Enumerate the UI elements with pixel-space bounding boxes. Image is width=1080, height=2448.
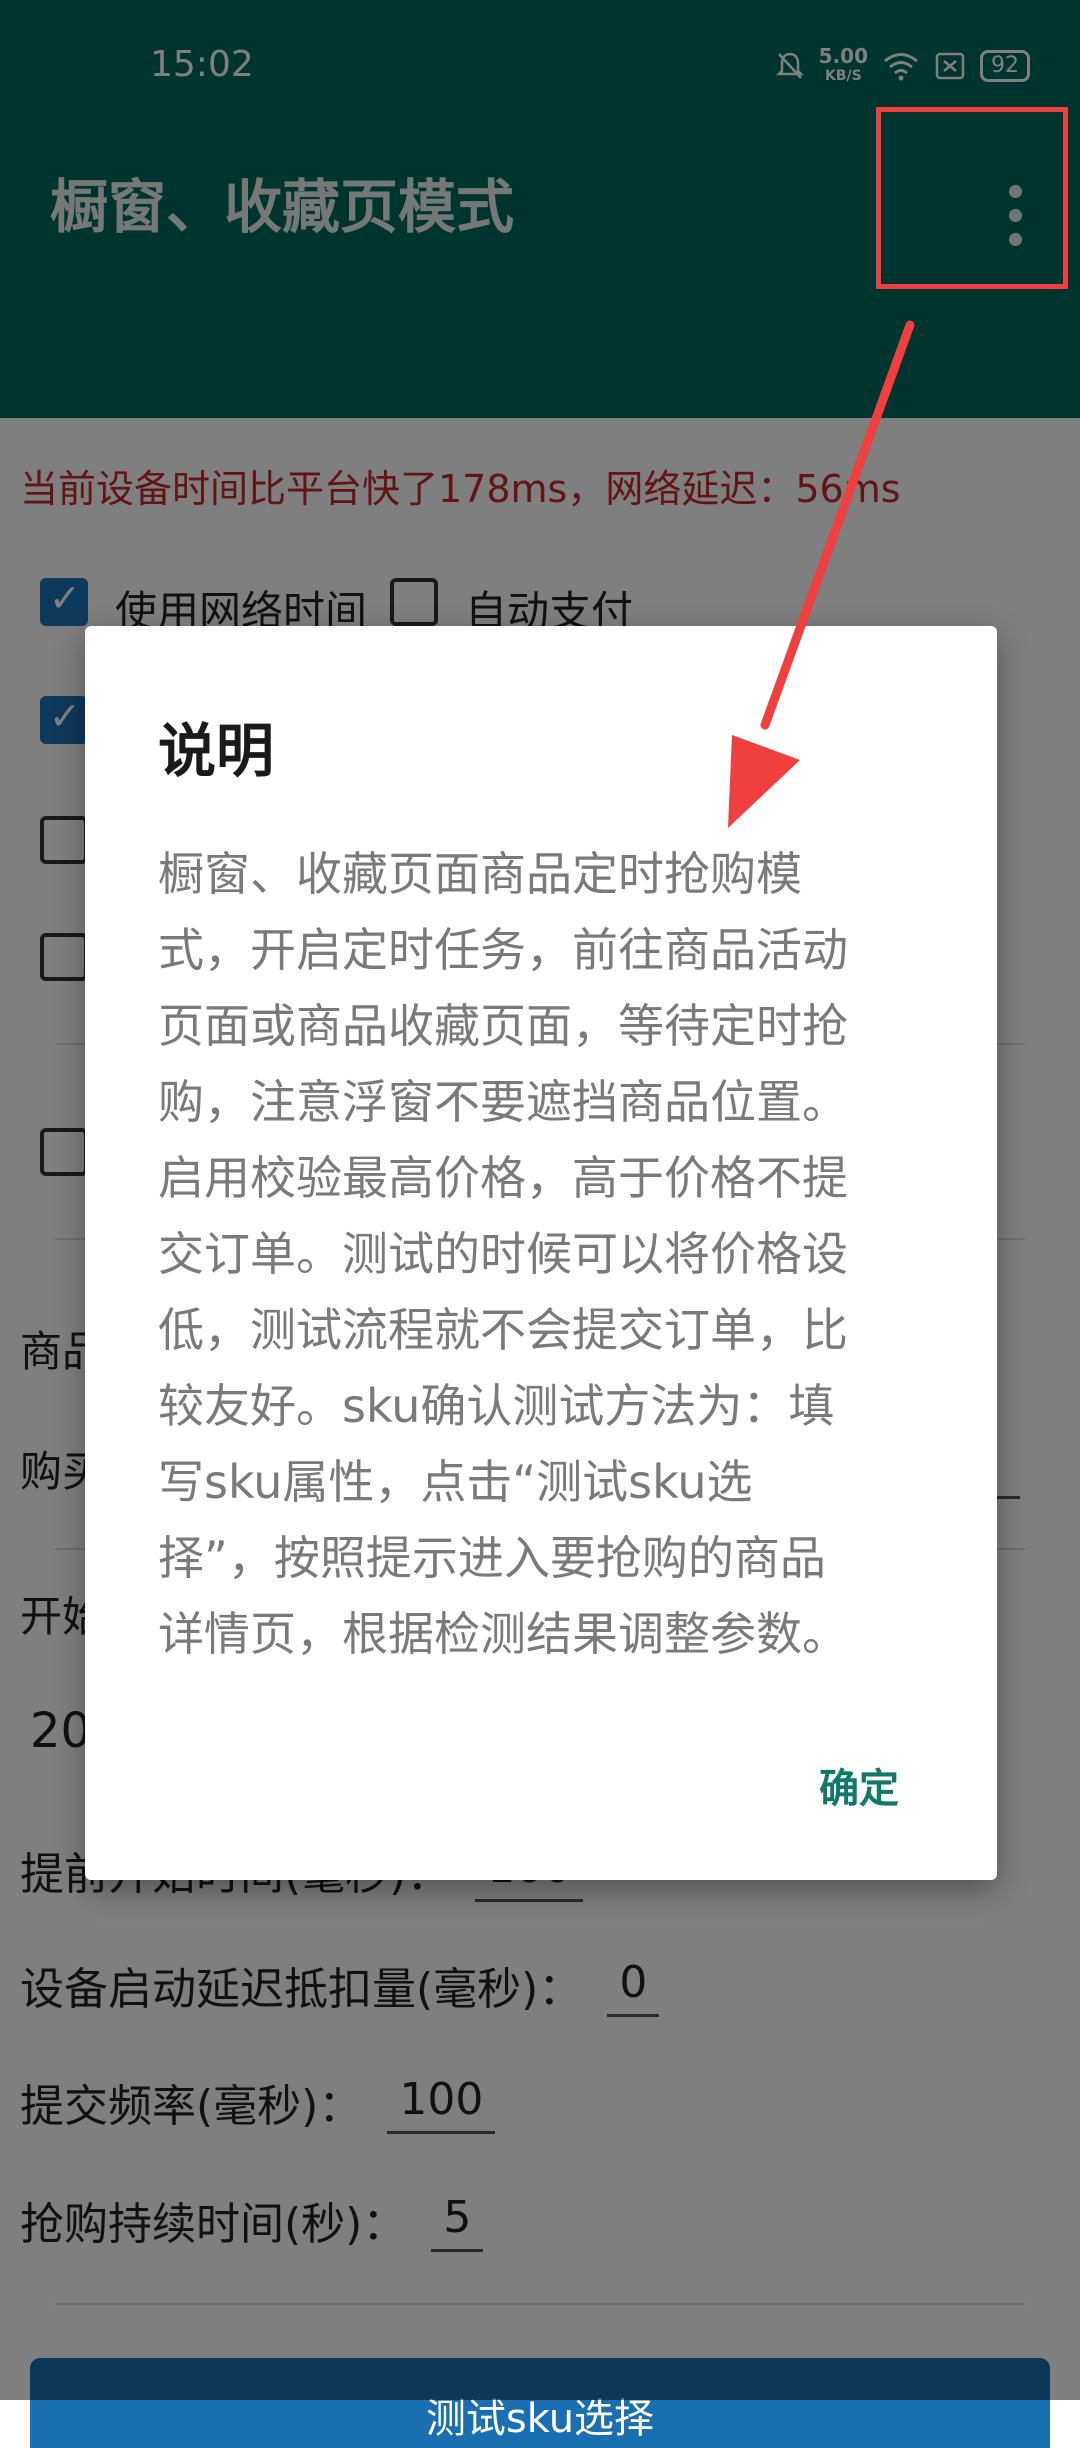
dialog-message: 橱窗、收藏页面商品定时抢购模式，开启定时任务，前往商品活动页面或商品收藏页面，等… [158,847,848,1661]
confirm-button[interactable]: 确定 [819,1756,899,1814]
dialog-title: 说明 [158,717,275,785]
highlight-box [876,107,1068,289]
info-dialog: 说明 橱窗、收藏页面商品定时抢购模式，开启定时任务，前往商品活动页面或商品收藏页… [85,626,997,1880]
